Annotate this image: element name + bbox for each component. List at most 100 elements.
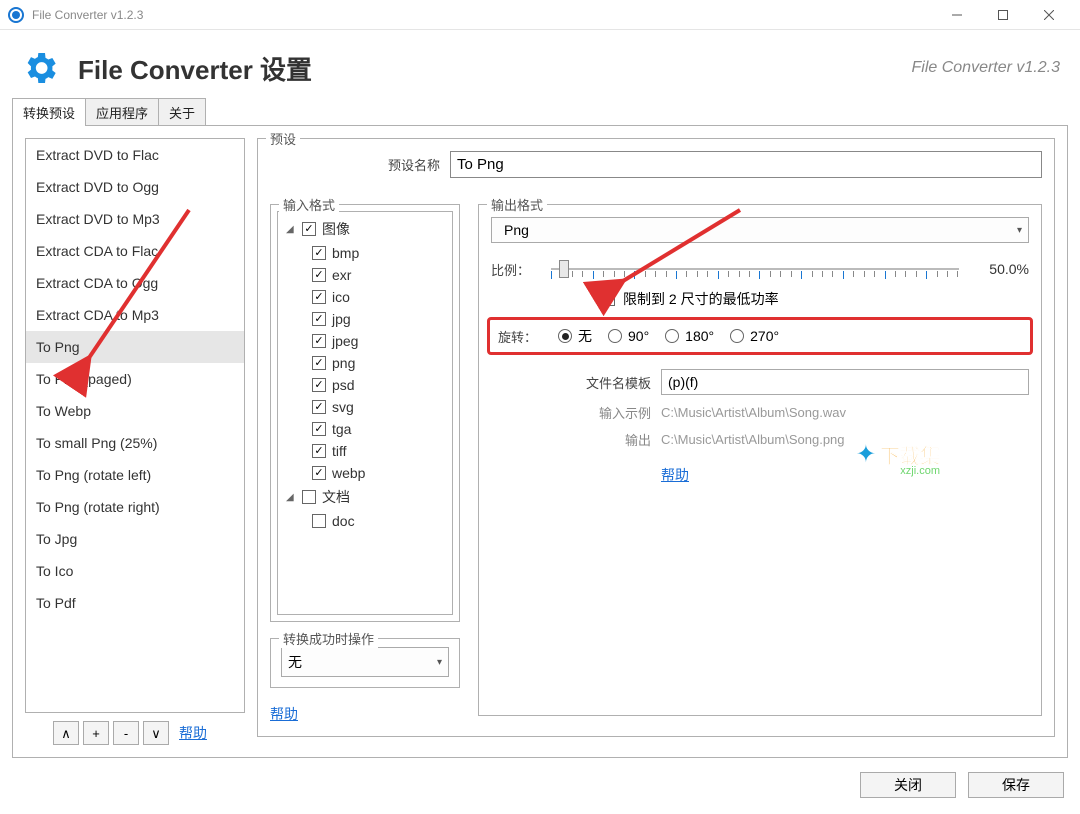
- item-checkbox[interactable]: [312, 400, 326, 414]
- rotate-row: 旋转： 无 90° 180° 270°: [487, 317, 1033, 355]
- tree-item[interactable]: tiff: [282, 440, 448, 462]
- preset-item[interactable]: Extract CDA to Flac: [26, 235, 244, 267]
- maximize-button[interactable]: [980, 0, 1026, 30]
- item-checkbox[interactable]: [312, 268, 326, 282]
- limit-checkbox[interactable]: [601, 292, 615, 306]
- preset-item[interactable]: Extract DVD to Mp3: [26, 203, 244, 235]
- tree-item[interactable]: ico: [282, 286, 448, 308]
- item-checkbox[interactable]: [312, 378, 326, 392]
- template-help-link[interactable]: 帮助: [661, 465, 689, 485]
- preset-item[interactable]: To Png (rotate right): [26, 491, 244, 523]
- preset-item[interactable]: Extract DVD to Flac: [26, 139, 244, 171]
- tree-item[interactable]: jpeg: [282, 330, 448, 352]
- scale-row: 比例： 50.0%: [491, 257, 1029, 281]
- rotate-90-radio[interactable]: [608, 329, 622, 343]
- preset-item[interactable]: To Webp: [26, 395, 244, 427]
- close-button[interactable]: [1026, 0, 1072, 30]
- save-settings-button[interactable]: 保存: [968, 772, 1064, 798]
- tab-about[interactable]: 关于: [158, 98, 206, 126]
- tree-group[interactable]: ◢ 文档: [282, 484, 448, 510]
- item-label: exr: [332, 267, 351, 283]
- preset-list[interactable]: Extract DVD to FlacExtract DVD to OggExt…: [25, 138, 245, 713]
- template-input[interactable]: [661, 369, 1029, 395]
- tree-item[interactable]: tga: [282, 418, 448, 440]
- rotate-label: 旋转：: [498, 327, 542, 346]
- item-checkbox[interactable]: [312, 290, 326, 304]
- template-label: 文件名模板: [491, 373, 651, 392]
- scale-value: 50.0%: [969, 261, 1029, 277]
- move-up-button[interactable]: ∧: [53, 721, 79, 745]
- preset-item[interactable]: To Png (rotate left): [26, 459, 244, 491]
- tree-item[interactable]: webp: [282, 462, 448, 484]
- slider-thumb[interactable]: [559, 260, 569, 278]
- on-success-help-link[interactable]: 帮助: [270, 704, 298, 724]
- scale-label: 比例：: [491, 260, 541, 279]
- preset-item[interactable]: To Ico: [26, 555, 244, 587]
- rotate-none-radio[interactable]: [558, 329, 572, 343]
- item-label: tga: [332, 421, 351, 437]
- tree-item[interactable]: exr: [282, 264, 448, 286]
- preset-detail-pane: 预设 预设名称 输入格式 ◢图像bmpexricojpgjpegpngpsdsv…: [257, 138, 1055, 745]
- preset-help-link[interactable]: 帮助: [179, 723, 207, 743]
- tree-item[interactable]: psd: [282, 374, 448, 396]
- item-checkbox[interactable]: [312, 312, 326, 326]
- preset-name-label: 预设名称: [270, 155, 440, 174]
- tab-presets[interactable]: 转换预设: [12, 98, 86, 126]
- input-format-tree[interactable]: ◢图像 bmp exr icojpgjpegpng psd svg tga tiff webp ◢…: [277, 211, 453, 615]
- footer-buttons: 关闭 保存: [860, 772, 1064, 798]
- expand-icon[interactable]: ◢: [286, 492, 296, 503]
- chevron-down-icon: ▾: [1017, 225, 1022, 236]
- add-preset-button[interactable]: +: [83, 721, 109, 745]
- minimize-button[interactable]: [934, 0, 980, 30]
- item-label: webp: [332, 465, 365, 481]
- preset-item[interactable]: Extract CDA to Mp3: [26, 299, 244, 331]
- output-format-column: 输出格式 Png ▾ 比例： 50.0%: [478, 204, 1042, 724]
- group-label: 文档: [322, 487, 350, 507]
- tree-item[interactable]: png: [282, 352, 448, 374]
- tree-item[interactable]: bmp: [282, 242, 448, 264]
- group-checkbox[interactable]: [302, 490, 316, 504]
- item-label: doc: [332, 513, 355, 529]
- item-label: bmp: [332, 245, 359, 261]
- item-checkbox[interactable]: [312, 246, 326, 260]
- input-format-column: 输入格式 ◢图像bmpexricojpgjpegpngpsdsvgtgatiff…: [270, 204, 460, 724]
- preset-item[interactable]: To Pdf: [26, 587, 244, 619]
- tab-application[interactable]: 应用程序: [85, 98, 159, 126]
- on-success-select[interactable]: 无 ▾: [281, 647, 449, 677]
- tree-item[interactable]: jpg: [282, 308, 448, 330]
- input-example-value: C:\Music\Artist\Album\Song.wav: [661, 405, 1029, 420]
- preset-item[interactable]: Extract CDA to Ogg: [26, 267, 244, 299]
- tree-item[interactable]: doc: [282, 510, 448, 532]
- on-success-fieldset: 转换成功时操作 无 ▾: [270, 638, 460, 688]
- tree-item[interactable]: svg: [282, 396, 448, 418]
- item-checkbox[interactable]: [312, 356, 326, 370]
- preset-item[interactable]: To Png (paged): [26, 363, 244, 395]
- item-checkbox[interactable]: [312, 444, 326, 458]
- settings-header: File Converter 设置 File Converter v1.2.3: [0, 30, 1080, 98]
- item-checkbox[interactable]: [312, 422, 326, 436]
- remove-preset-button[interactable]: -: [113, 721, 139, 745]
- scale-slider[interactable]: [551, 257, 959, 281]
- rotate-270-radio[interactable]: [730, 329, 744, 343]
- window-controls: [934, 0, 1072, 30]
- preset-name-input[interactable]: [450, 151, 1042, 178]
- tree-group[interactable]: ◢图像: [282, 216, 448, 242]
- item-checkbox[interactable]: [312, 466, 326, 480]
- preset-item[interactable]: Extract DVD to Ogg: [26, 171, 244, 203]
- output-format-fieldset: 输出格式 Png ▾ 比例： 50.0%: [478, 204, 1042, 716]
- preset-item[interactable]: To Png: [26, 331, 244, 363]
- item-checkbox[interactable]: [312, 334, 326, 348]
- output-format-select[interactable]: Png ▾: [491, 217, 1029, 243]
- group-checkbox[interactable]: [302, 222, 316, 236]
- item-checkbox[interactable]: [312, 514, 326, 528]
- expand-icon[interactable]: ◢: [286, 224, 296, 235]
- close-settings-button[interactable]: 关闭: [860, 772, 956, 798]
- rotate-180-radio[interactable]: [665, 329, 679, 343]
- preset-item[interactable]: To small Png (25%): [26, 427, 244, 459]
- on-success-box: 转换成功时操作 无 ▾ 帮助: [270, 638, 460, 724]
- move-down-button[interactable]: ∨: [143, 721, 169, 745]
- preset-name-row: 预设名称: [270, 151, 1042, 178]
- output-format-legend: 输出格式: [487, 195, 547, 214]
- preset-item[interactable]: To Jpg: [26, 523, 244, 555]
- item-label: psd: [332, 377, 355, 393]
